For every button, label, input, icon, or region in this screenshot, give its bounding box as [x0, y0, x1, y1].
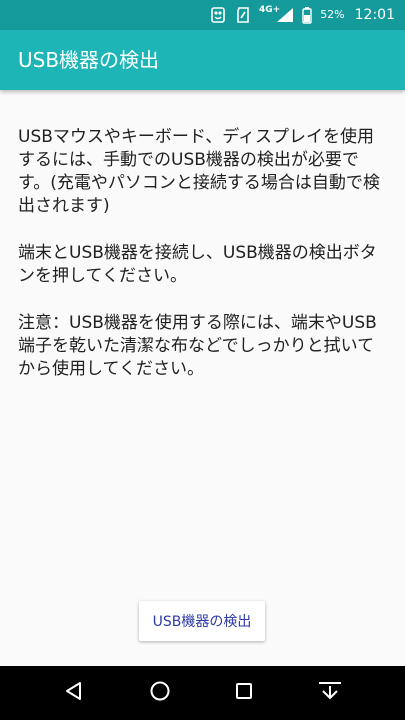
- clock: 12:01: [354, 7, 395, 23]
- back-button[interactable]: [44, 666, 104, 720]
- usb-detect-button[interactable]: USB機器の検出: [139, 601, 265, 641]
- status-icons: 4G+ 52% 12:01: [209, 0, 395, 30]
- description-paragraph-3: 注意：USB機器を使用する際には、端末やUSB端子を乾いた清潔な布などでしっかり…: [18, 313, 377, 379]
- status-bar: 4G+ 52% 12:01: [0, 0, 405, 30]
- notification-pull-button[interactable]: [300, 666, 360, 720]
- notification-pull-icon: [316, 680, 344, 706]
- back-icon: [63, 680, 85, 706]
- sd-card-icon: [235, 6, 251, 24]
- battery-icon: [302, 6, 312, 24]
- recents-button[interactable]: [214, 666, 274, 720]
- network-type: 4G+: [258, 4, 281, 15]
- description-paragraph-2: 端末とUSB機器を接続し、USB機器の検出ボタンを押してください。: [18, 243, 377, 286]
- app-bar: USB機器の検出: [0, 30, 405, 90]
- description-content: USBマウスやキーボード、ディスプレイを使用するには、手動でのUSB機器の検出が…: [18, 126, 388, 405]
- sim-card-icon: [209, 6, 227, 24]
- battery-percent: 52%: [320, 8, 345, 21]
- screen: 4G+ 52% 12:01 USB機器の検出 USBマウスやキーボード、ディスプ…: [0, 0, 405, 720]
- signal-icon: 4G+: [258, 4, 294, 23]
- recents-icon: [234, 681, 254, 705]
- navigation-bar: [0, 666, 405, 720]
- home-icon: [149, 680, 171, 706]
- home-button[interactable]: [130, 666, 190, 720]
- page-title: USB機器の検出: [18, 48, 160, 72]
- description-paragraph-1: USBマウスやキーボード、ディスプレイを使用するには、手動でのUSB機器の検出が…: [18, 127, 380, 216]
